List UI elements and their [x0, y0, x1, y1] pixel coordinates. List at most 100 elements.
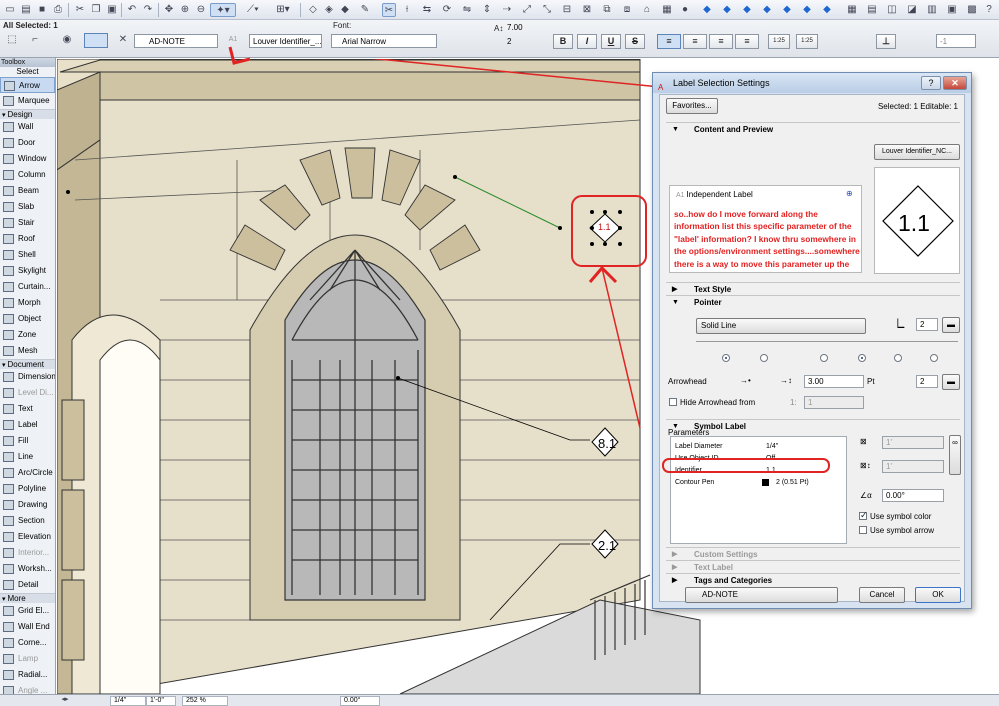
- layer-select[interactable]: AD-NOTE: [134, 34, 218, 48]
- elevation-icon[interactable]: ◆: [338, 3, 352, 17]
- background-fill-button[interactable]: [84, 33, 108, 48]
- section-view-icon[interactable]: ◈: [322, 3, 336, 17]
- justify-button[interactable]: ≡: [735, 34, 759, 49]
- tool-section[interactable]: Section: [0, 513, 55, 529]
- use-symbol-color-checkbox[interactable]: [859, 510, 868, 521]
- section-symbol-label[interactable]: ▼ Symbol Label: [666, 419, 960, 433]
- tool-polyline[interactable]: Polyline: [0, 481, 55, 497]
- arrowhead-size-field[interactable]: 3.00: [804, 375, 864, 388]
- pointer-middle-radio[interactable]: [858, 354, 866, 362]
- zoom-in-icon[interactable]: ⊕: [178, 3, 192, 17]
- label-type-dropdown[interactable]: Louver Identifier_NC...: [874, 144, 960, 160]
- ungroup-icon[interactable]: ⧈: [620, 3, 634, 17]
- tool-roof[interactable]: Roof: [0, 231, 55, 247]
- tool-door[interactable]: Door: [0, 135, 55, 151]
- arrowhead-pen-color[interactable]: ▬: [942, 374, 960, 390]
- stretch-icon[interactable]: ⤢: [520, 3, 534, 17]
- ok-button[interactable]: OK: [915, 587, 961, 603]
- layer-dropdown[interactable]: AD-NOTE: [685, 587, 838, 603]
- dimension-icon[interactable]: ◪: [905, 3, 919, 17]
- snap-icon[interactable]: ⟋▾: [240, 3, 266, 17]
- tool-elevation[interactable]: Elevation: [0, 529, 55, 545]
- print-icon[interactable]: ⎙: [51, 3, 65, 17]
- scale-a-button[interactable]: 1:25: [768, 34, 790, 49]
- group-icon[interactable]: ⧉: [600, 3, 614, 17]
- tool-stair[interactable]: Stair: [0, 215, 55, 231]
- height-field[interactable]: 1': [882, 460, 944, 473]
- tool-column[interactable]: Column: [0, 167, 55, 183]
- tool-lamp[interactable]: Lamp: [0, 651, 55, 667]
- sun-icon[interactable]: ◆: [780, 3, 794, 17]
- tool-window[interactable]: Window: [0, 151, 55, 167]
- light-icon[interactable]: ◆: [760, 3, 774, 17]
- book-icon[interactable]: ▣: [945, 3, 959, 17]
- zoom-out-icon[interactable]: ⊖: [194, 3, 208, 17]
- walk-icon[interactable]: ◆: [820, 3, 834, 17]
- layer-icon[interactable]: ▦: [660, 3, 674, 17]
- paste-icon[interactable]: ▣: [105, 3, 119, 17]
- underline-button[interactable]: U: [601, 34, 621, 49]
- redo-icon[interactable]: ↷: [141, 3, 155, 17]
- anchor-point-icon[interactable]: ◉: [60, 33, 74, 47]
- pointer-straight-radio[interactable]: [722, 354, 730, 362]
- distribute-icon[interactable]: ⊠: [580, 3, 594, 17]
- canvas-label-2-1[interactable]: 2.1: [598, 538, 616, 553]
- elevate-icon[interactable]: ⇕: [480, 3, 494, 17]
- measure-icon[interactable]: ◫: [885, 3, 899, 17]
- tool-morph[interactable]: Morph: [0, 295, 55, 311]
- pointer-end-radio[interactable]: [894, 354, 902, 362]
- arrowhead-pen-field[interactable]: 2: [916, 375, 938, 388]
- toolbox-group-document[interactable]: Document: [0, 359, 55, 369]
- param-row[interactable]: Contour Pen 2 (0.51 Pt): [675, 477, 843, 488]
- toolbox-group-design[interactable]: Design: [0, 109, 55, 119]
- right-field[interactable]: -1: [936, 34, 976, 48]
- scale-b-button[interactable]: 1:25: [796, 34, 818, 49]
- cut-icon[interactable]: ✂: [73, 3, 87, 17]
- favorites-button[interactable]: Favorites...: [666, 98, 718, 114]
- offset-icon[interactable]: ⇆: [420, 3, 434, 17]
- publish-icon[interactable]: ▩: [965, 3, 979, 17]
- align-icon[interactable]: ⊟: [560, 3, 574, 17]
- help-button[interactable]: ?: [921, 76, 941, 90]
- label-type-select[interactable]: Louver Identifier_...: [249, 34, 322, 48]
- lock-icon[interactable]: ⌂: [640, 3, 654, 17]
- pencil-icon[interactable]: ✎: [358, 3, 372, 17]
- rotate-icon[interactable]: ⟳: [440, 3, 454, 17]
- arrowhead-type-icon[interactable]: →•: [740, 376, 751, 385]
- tool-shell[interactable]: Shell: [0, 247, 55, 263]
- tool-radial-dimension[interactable]: Radial...: [0, 667, 55, 683]
- dialog-title-bar[interactable]: A Label Selection Settings ? ✕: [653, 73, 971, 93]
- tool-grid-element[interactable]: Grid El...: [0, 603, 55, 619]
- strikethrough-button[interactable]: S: [625, 34, 645, 49]
- pointer-geometry-icon[interactable]: ⌐: [28, 33, 42, 47]
- angle-field[interactable]: 0.00°: [882, 489, 944, 502]
- materials-icon[interactable]: ◆: [720, 3, 734, 17]
- tool-drawing[interactable]: Drawing: [0, 497, 55, 513]
- pan-icon[interactable]: ✥: [162, 3, 176, 17]
- tool-corner-window[interactable]: Corne...: [0, 635, 55, 651]
- 3d-view-icon[interactable]: ◇: [306, 3, 320, 17]
- schedule-icon[interactable]: ▥: [925, 3, 939, 17]
- tool-text[interactable]: Text: [0, 401, 55, 417]
- tool-angle-dimension[interactable]: Angle ...: [0, 683, 55, 694]
- copy-icon[interactable]: ❐: [89, 3, 103, 17]
- canvas-label-8-1[interactable]: 8.1: [598, 436, 616, 451]
- status-nav-icon[interactable]: ◂▸: [58, 695, 72, 705]
- bold-button[interactable]: B: [553, 34, 573, 49]
- align-left-button[interactable]: ≡: [657, 34, 681, 49]
- tool-object[interactable]: Object: [0, 311, 55, 327]
- tool-marquee[interactable]: Marquee: [0, 93, 55, 109]
- tool-detail[interactable]: Detail: [0, 577, 55, 593]
- surface-icon[interactable]: ◆: [740, 3, 754, 17]
- italic-button[interactable]: I: [577, 34, 597, 49]
- pin-button[interactable]: ⊥: [876, 34, 896, 49]
- tool-wall-end[interactable]: Wall End: [0, 619, 55, 635]
- section-custom-settings[interactable]: ▶ Custom Settings: [666, 547, 960, 561]
- text-pen-field[interactable]: 2: [504, 35, 546, 49]
- tool-mesh[interactable]: Mesh: [0, 343, 55, 359]
- magic-wand-icon[interactable]: ✦▾: [210, 3, 236, 17]
- cancel-button[interactable]: Cancel: [859, 587, 905, 603]
- tool-dimension[interactable]: Dimension: [0, 369, 55, 385]
- render-icon[interactable]: ◆: [700, 3, 714, 17]
- section-text-label[interactable]: ▶ Text Label: [666, 560, 960, 574]
